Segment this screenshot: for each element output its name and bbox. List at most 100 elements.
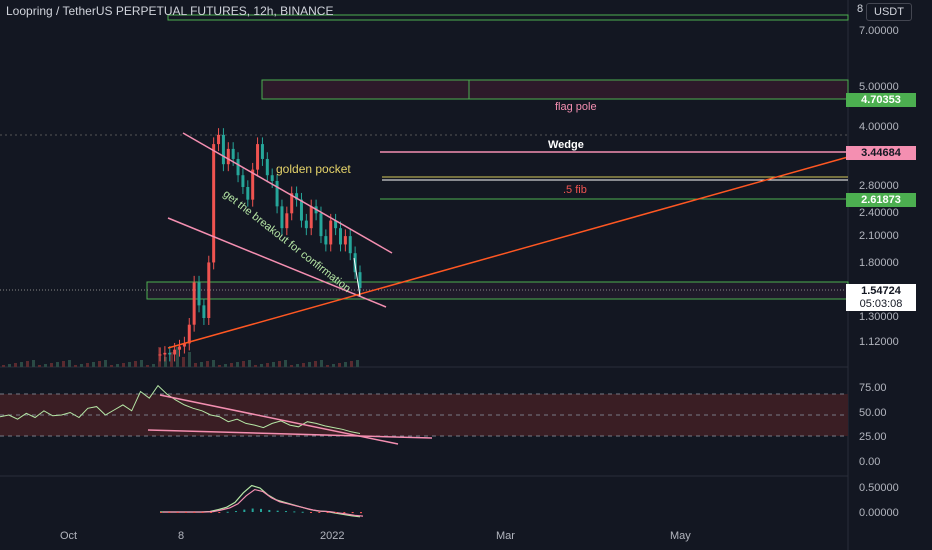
- volume-bar: [338, 363, 341, 367]
- ascending-trendline: [167, 156, 849, 349]
- volume-bar: [68, 360, 71, 367]
- volume-bar: [74, 365, 77, 367]
- volume-bar: [116, 364, 119, 367]
- candle-body: [212, 144, 216, 263]
- rsi-tick: 75.00: [859, 382, 887, 394]
- macd-signal-line: [163, 488, 364, 517]
- price-tag-fib: 2.61873: [846, 193, 916, 207]
- fib-label: .5 fib: [563, 184, 587, 196]
- volume-bar: [62, 361, 65, 367]
- volume-bar: [350, 361, 353, 367]
- countdown-tag: 05:03:08: [846, 297, 916, 311]
- volume-bar: [194, 363, 197, 367]
- candle-body: [285, 213, 289, 229]
- volume-bar: [8, 364, 11, 367]
- volume-bar: [248, 360, 251, 367]
- price-tick: 4.00000: [859, 121, 899, 133]
- volume-bar: [314, 361, 317, 367]
- candle-body: [265, 158, 269, 176]
- macd-tick: 0.00000: [859, 507, 899, 519]
- candle-body: [270, 175, 274, 182]
- volume-bar: [146, 365, 149, 367]
- volume-bar: [254, 365, 257, 367]
- volume-bar: [26, 361, 29, 367]
- top-price-tick: 8: [857, 3, 864, 15]
- volume-bar: [92, 362, 95, 367]
- volume-bar: [44, 364, 47, 367]
- macd-histogram-bar: [160, 512, 162, 513]
- volume-bar: [326, 365, 329, 367]
- volume-bar: [212, 360, 215, 367]
- candle-body: [178, 346, 182, 350]
- macd-tick: 0.50000: [859, 482, 899, 494]
- volume-bar: [152, 364, 155, 367]
- candle-body: [256, 144, 260, 170]
- volume-bar: [50, 363, 53, 367]
- volume-bar: [320, 360, 323, 367]
- price-tick: 7.00000: [859, 25, 899, 37]
- volume-bar: [272, 362, 275, 367]
- macd-histogram-bar: [243, 509, 246, 512]
- volume-bar: [98, 361, 101, 367]
- volume-bar: [332, 364, 335, 367]
- candle-body: [304, 220, 308, 229]
- volume-bar: [290, 365, 293, 367]
- candle-body: [260, 144, 264, 159]
- price-tick: 2.10000: [859, 230, 899, 242]
- volume-bar: [182, 357, 185, 367]
- macd-histogram-bar: [301, 511, 304, 513]
- price-tick: 1.12000: [859, 336, 899, 348]
- macd-histogram-bar: [285, 511, 287, 513]
- volume-bar: [302, 363, 305, 367]
- macd-histogram-bar: [210, 512, 212, 513]
- chart-title: Loopring / TetherUS PERPETUAL FUTURES, 1…: [6, 4, 334, 18]
- candle-body: [202, 305, 206, 318]
- price-tick: 1.80000: [859, 257, 899, 269]
- candle-body: [329, 220, 333, 245]
- volume-bar: [140, 360, 143, 367]
- macd-histogram-bar: [193, 512, 196, 513]
- volume-bar: [128, 362, 131, 367]
- macd-histogram-bar: [260, 508, 262, 512]
- macd-histogram-bar: [276, 510, 279, 512]
- volume-bar: [134, 361, 137, 367]
- candle-body: [348, 236, 352, 254]
- time-tick: May: [670, 530, 691, 542]
- candle-body: [231, 148, 235, 159]
- time-tick: Oct: [60, 530, 78, 542]
- macd-histogram-bar: [318, 512, 321, 513]
- volume-bar: [218, 365, 221, 367]
- currency-selector[interactable]: USDT: [866, 3, 912, 21]
- macd-histogram-bar: [251, 508, 254, 512]
- volume-bar: [56, 362, 59, 367]
- volume-bar: [14, 363, 17, 367]
- candle-body: [187, 324, 191, 344]
- candle-body: [207, 262, 211, 318]
- rsi-tick: 0.00: [859, 456, 881, 468]
- macd-histogram-bar: [351, 512, 354, 514]
- macd-histogram-bar: [185, 512, 187, 513]
- candle-body: [217, 134, 221, 145]
- macd-histogram-bar: [335, 512, 337, 513]
- volume-bar: [308, 362, 311, 367]
- rsi-tick: 25.00: [859, 431, 887, 443]
- volume-bar: [32, 360, 35, 367]
- volume-bar: [80, 364, 83, 367]
- volume-bar: [278, 361, 281, 367]
- volume-bar: [296, 364, 299, 367]
- candle-body: [275, 181, 279, 207]
- volume-bar: [176, 347, 179, 367]
- macd-histogram-bar: [268, 509, 271, 512]
- volume-bar: [344, 362, 347, 367]
- candle-body: [299, 199, 303, 221]
- price-tick: 5.00000: [859, 81, 899, 93]
- macd-histogram-bar: [326, 512, 329, 513]
- volume-bar: [188, 352, 191, 367]
- candle-body: [221, 134, 225, 165]
- volume-bar: [110, 365, 113, 367]
- candle-body: [338, 228, 342, 245]
- price-tag-last: 1.54724: [846, 284, 916, 298]
- price-tick: 2.80000: [859, 180, 899, 192]
- flag-pole-box: [261, 79, 849, 100]
- chart-canvas[interactable]: [0, 0, 932, 550]
